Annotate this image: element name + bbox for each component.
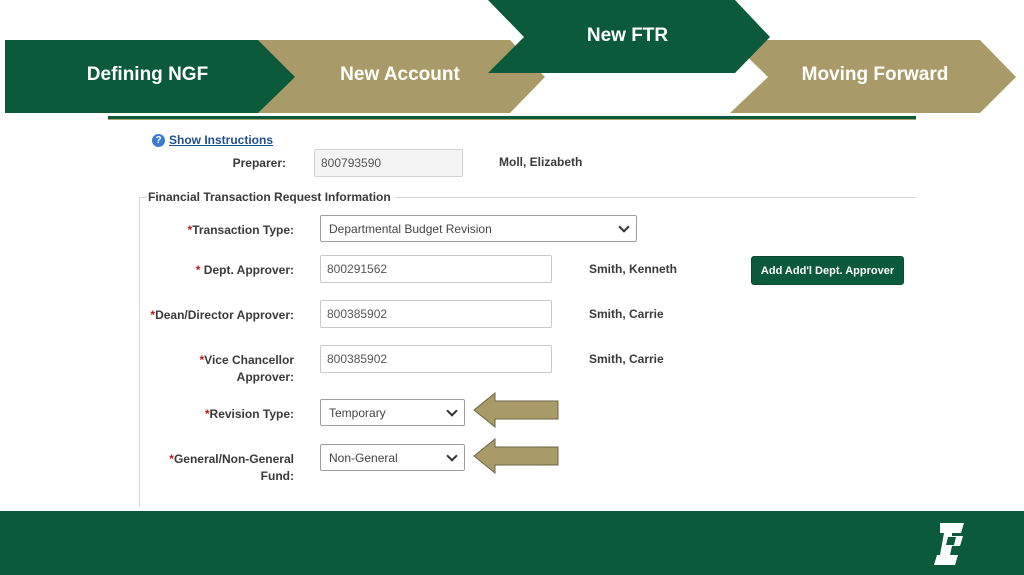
- dean-approver-name: Smith, Carrie: [589, 307, 664, 321]
- chevron-down-icon: [618, 221, 630, 233]
- left-arrow-icon: [473, 392, 559, 428]
- vc-approver-label: *Vice Chancellor Approver:: [199, 353, 295, 384]
- transaction-type-select[interactable]: Departmental Budget Revision: [320, 215, 637, 242]
- step-defining-ngf: Defining NGF: [86, 64, 209, 85]
- step-new-ftr: New FTR: [586, 25, 669, 46]
- chevron-down-icon: [446, 450, 458, 462]
- add-dept-approver-button[interactable]: Add Add'l Dept. Approver: [751, 256, 904, 285]
- dept-approver-name: Smith, Kenneth: [589, 262, 678, 276]
- footer-bar: [0, 511, 1024, 575]
- left-arrow-icon: [473, 438, 559, 474]
- fieldset-border: [139, 197, 147, 198]
- help-icon[interactable]: ?: [152, 134, 165, 147]
- process-chevrons: [5, 0, 1016, 113]
- step-moving-forward: Moving Forward: [801, 64, 949, 85]
- dept-approver-label: * Dept. Approver:: [195, 263, 294, 277]
- unc-charlotte-c-logo-icon: [934, 523, 964, 565]
- chevron-down-icon: [446, 405, 458, 417]
- dept-approver-field[interactable]: 800291562: [320, 255, 552, 283]
- fieldset-border: [395, 197, 916, 198]
- fieldset-border: [139, 197, 140, 507]
- revision-type-label: *Revision Type:: [204, 407, 294, 421]
- preparer-field: 800793590: [314, 149, 463, 177]
- section-title: Financial Transaction Request Informatio…: [148, 190, 395, 204]
- process-banner: [0, 0, 1024, 120]
- show-instructions-link[interactable]: Show Instructions: [169, 133, 273, 147]
- dean-approver-field[interactable]: 800385902: [320, 300, 552, 328]
- preparer-name: Moll, Elizabeth: [499, 155, 583, 169]
- vc-approver-field[interactable]: 800385902: [320, 345, 552, 373]
- fund-label: *General/Non-General Fund:: [169, 452, 294, 483]
- dean-approver-label: *Dean/Director Approver:: [150, 308, 294, 322]
- banner-divider: [108, 116, 916, 120]
- preparer-label: Preparer:: [232, 156, 286, 170]
- fund-select[interactable]: Non-General: [320, 444, 465, 471]
- transaction-type-label: *Transaction Type:: [187, 223, 294, 237]
- vc-approver-name: Smith, Carrie: [589, 352, 664, 366]
- step-new-account: New Account: [340, 64, 460, 85]
- revision-type-select[interactable]: Temporary: [320, 399, 465, 426]
